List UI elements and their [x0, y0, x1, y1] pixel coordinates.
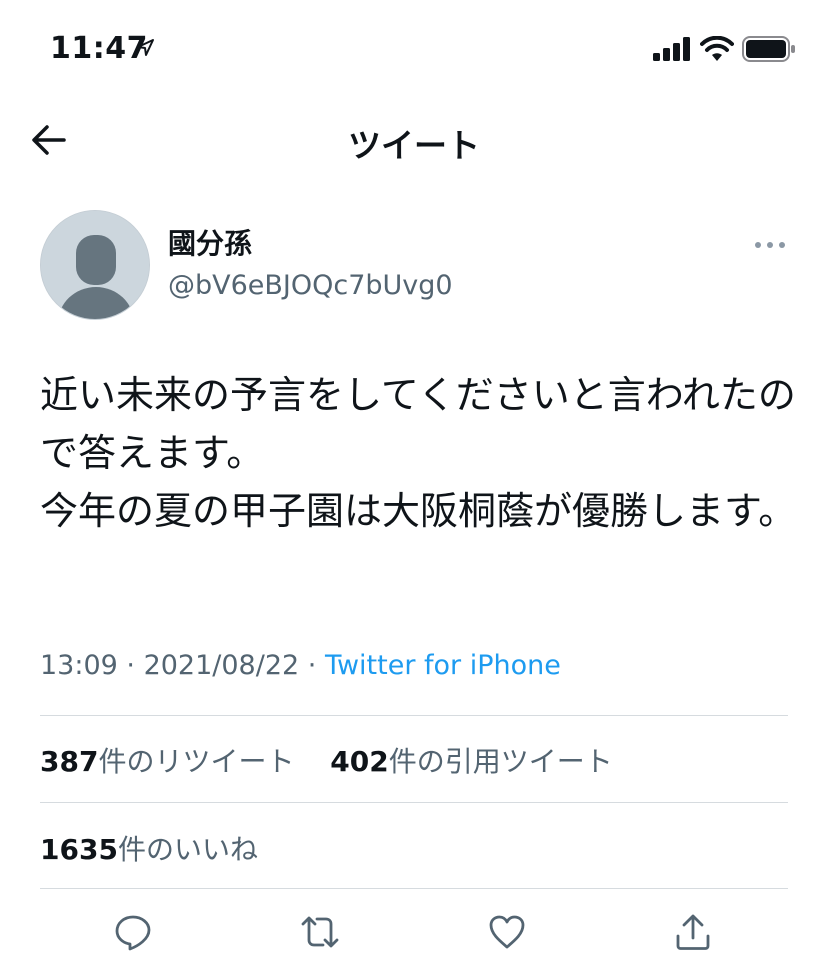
stats-row: 387件のリツイート 402件の引用ツイート — [40, 740, 613, 780]
share-icon — [676, 914, 710, 950]
likes-stat[interactable]: 1635件のいいね — [40, 833, 258, 866]
likes-row: 1635件のいいね — [40, 828, 258, 868]
quotes-count: 402 — [330, 745, 389, 778]
quotes-stat[interactable]: 402件の引用ツイート — [330, 745, 612, 778]
author-handle[interactable]: @bV6eBJOQc7bUvg0 — [168, 270, 453, 301]
tweet-source-link[interactable]: Twitter for iPhone — [325, 650, 561, 681]
share-button[interactable] — [673, 912, 713, 952]
tweet-text: 近い未来の予言をしてくださいと言われたので答えます。 今年の夏の甲子園は大阪桐蔭… — [40, 373, 797, 533]
retweets-stat[interactable]: 387件のリツイート — [40, 745, 294, 778]
location-arrow-icon — [137, 39, 154, 56]
meta-separator: · — [299, 650, 325, 681]
retweets-label: 件のリツイート — [98, 745, 295, 778]
reply-button[interactable] — [113, 912, 153, 952]
tweet-date[interactable]: 2021/08/22 — [144, 650, 300, 681]
status-time: 11:47 — [50, 31, 148, 66]
author-display-name[interactable]: 國分孫 — [168, 222, 252, 262]
reply-icon — [115, 915, 151, 951]
quotes-label: 件の引用ツイート — [388, 745, 613, 778]
meta-separator: · — [117, 650, 144, 681]
divider — [40, 802, 788, 803]
tweet-meta: 13:09 · 2021/08/22 · Twitter for iPhone — [40, 650, 561, 681]
retweet-icon — [301, 916, 339, 948]
likes-count: 1635 — [40, 833, 118, 866]
retweet-button[interactable] — [300, 912, 340, 952]
divider — [40, 715, 788, 716]
avatar[interactable] — [40, 210, 150, 320]
default-avatar-icon — [41, 211, 149, 319]
likes-label: 件のいいね — [117, 833, 258, 866]
wifi-icon — [700, 36, 734, 61]
tweet-time[interactable]: 13:09 — [40, 650, 118, 681]
like-icon — [489, 915, 525, 949]
cellular-signal-icon — [653, 37, 690, 61]
like-button[interactable] — [487, 912, 527, 952]
page-title: ツイート — [348, 126, 480, 165]
battery-icon — [742, 36, 795, 62]
more-dots-icon[interactable] — [754, 238, 786, 252]
retweets-count: 387 — [40, 745, 99, 778]
divider — [40, 888, 788, 889]
